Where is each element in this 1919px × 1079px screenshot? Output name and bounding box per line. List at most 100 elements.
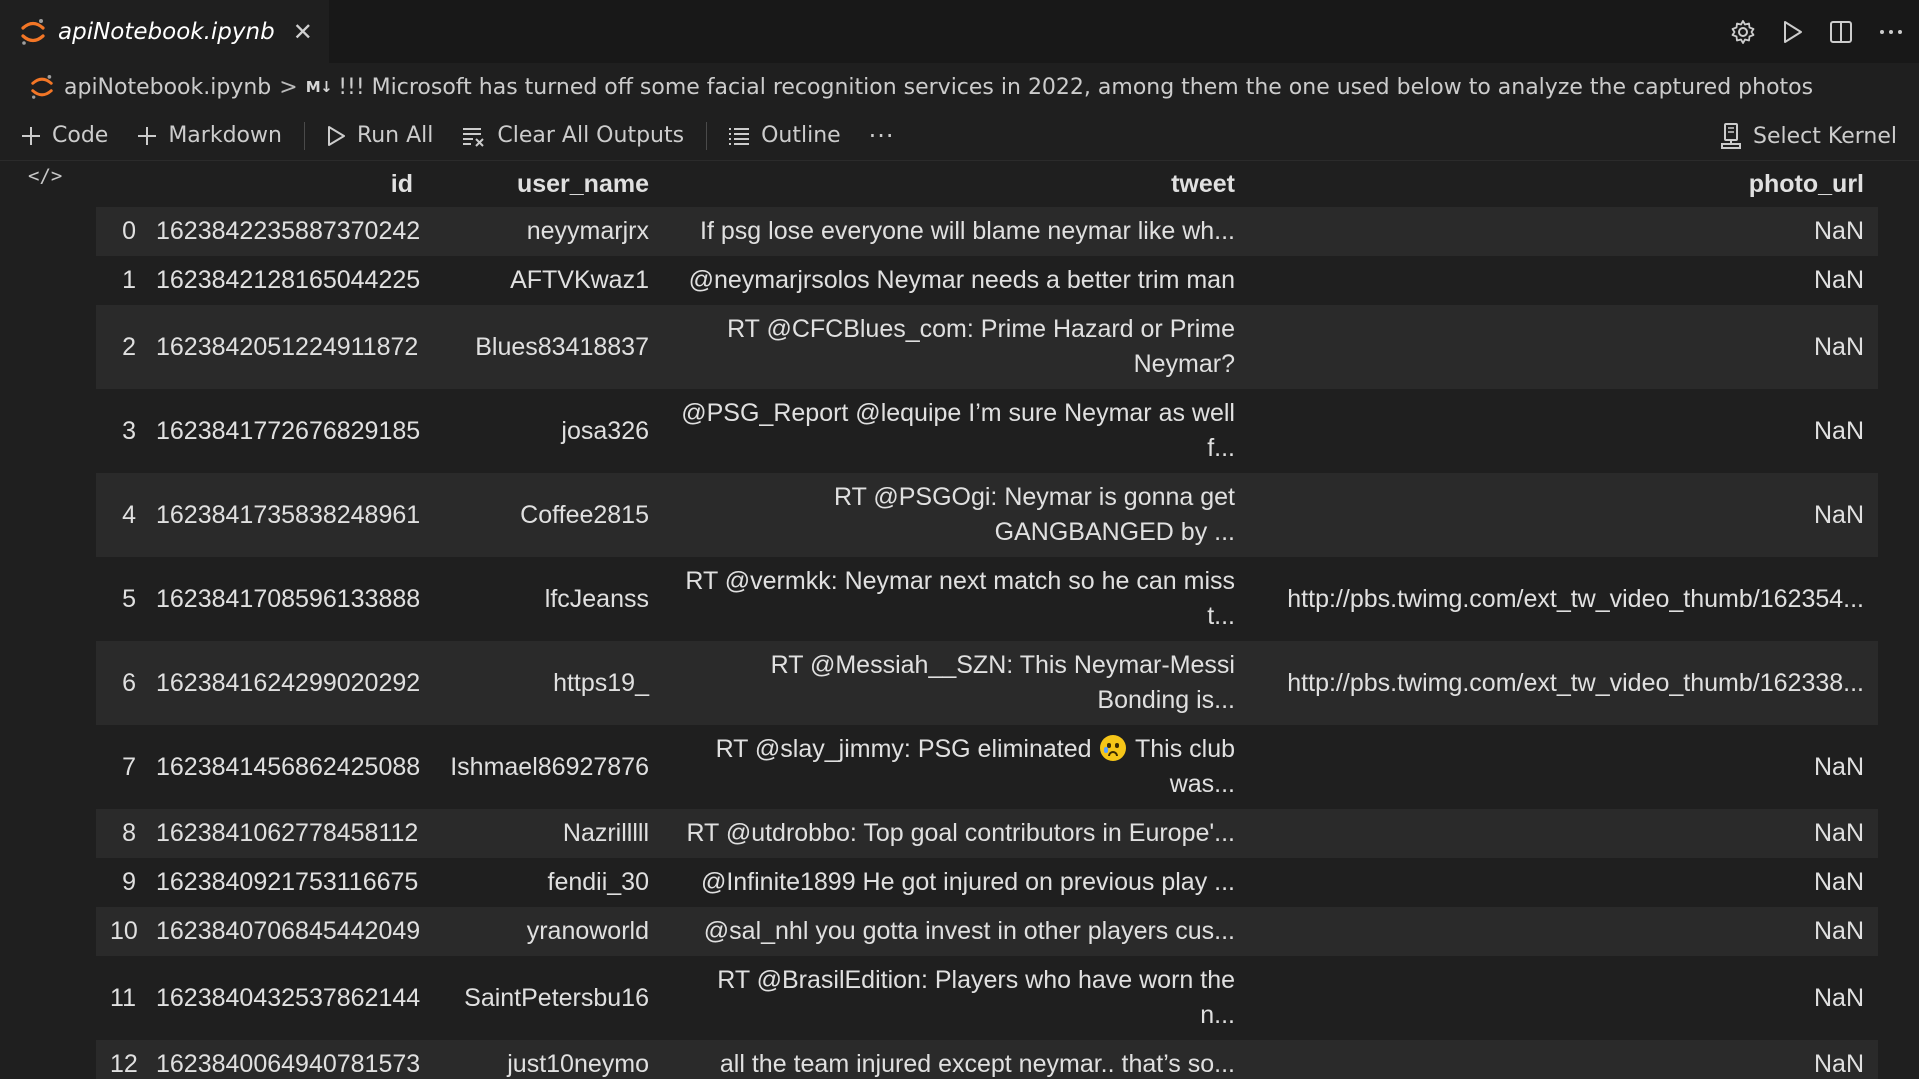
cell-tweet: @PSG_Report @lequipe I’m sure Neymar as … xyxy=(681,399,1235,462)
jupyter-icon xyxy=(20,17,46,47)
cell-id: 1623840064940781573 xyxy=(156,1050,421,1078)
cell-photo-url: http://pbs.twimg.com/ext_tw_video_thumb/… xyxy=(1287,668,1864,697)
tweet-text-before-emoji: RT @slay_jimmy: PSG eliminated xyxy=(715,735,1099,763)
cell-photo-url: NaN xyxy=(1813,819,1864,847)
breadcrumb-file[interactable]: apiNotebook.ipynb xyxy=(64,75,271,100)
cell-user-name: fendii_30 xyxy=(547,868,649,896)
cell-photo-url: NaN xyxy=(1813,500,1864,529)
cell-tweet: RT @utdrobbo: Top goal contributors in E… xyxy=(686,819,1235,847)
cell-user-name: SaintPetersbu16 xyxy=(464,983,649,1012)
table-row: 6 1623841624299020292 https19_ RT @Messi… xyxy=(96,641,1878,725)
cell-id: 1623842128165044225 xyxy=(156,266,421,294)
cell-id: 1623840432537862144 xyxy=(156,983,421,1012)
cell-user-name: Ishmael86927876 xyxy=(450,752,649,781)
run-all-button[interactable]: Run All xyxy=(325,123,433,148)
breadcrumb: apiNotebook.ipynb > M↓ !!! Microsoft has… xyxy=(0,63,1919,111)
run-all-label: Run All xyxy=(356,123,434,148)
row-index: 8 xyxy=(122,819,136,847)
cell-tweet: RT @slay_jimmy: PSG eliminated This club… xyxy=(663,725,1249,809)
table-row: 3 1623841772676829185 josa326 @PSG_Repor… xyxy=(96,389,1878,473)
cell-user-name: josa326 xyxy=(561,416,649,445)
cell-id: 1623841735838248961 xyxy=(156,500,421,529)
column-header-photo-url: photo_url xyxy=(1249,161,1878,207)
toolbar-more-button[interactable]: ··· xyxy=(869,122,895,150)
add-markdown-button[interactable]: Markdown xyxy=(136,123,282,148)
plus-icon xyxy=(20,125,42,147)
cell-id: 1623840706845442049 xyxy=(156,917,421,945)
tab-apinotebook[interactable]: apiNotebook.ipynb ✕ xyxy=(0,0,329,63)
cell-photo-url: NaN xyxy=(1813,266,1864,294)
row-index: 1 xyxy=(122,266,136,294)
add-code-button[interactable]: Code xyxy=(20,123,108,148)
cell-tweet: RT @Messiah__SZN: This Neymar-Messi Bond… xyxy=(770,651,1235,714)
run-icon[interactable] xyxy=(1779,18,1805,46)
column-header-id: id xyxy=(142,161,427,207)
notebook-content: </> id user_name tweet photo_url 0 16238… xyxy=(0,161,1919,1079)
outline-label: Outline xyxy=(761,123,841,148)
editor-actions xyxy=(1729,0,1905,63)
cell-photo-url: NaN xyxy=(1813,868,1864,896)
clear-all-icon xyxy=(461,125,487,147)
breadcrumb-cell[interactable]: !!! Microsoft has turned off some facial… xyxy=(338,75,1813,100)
clear-all-outputs-button[interactable]: Clear All Outputs xyxy=(461,123,684,148)
cell-tweet: @Infinite1899 He got injured on previous… xyxy=(700,868,1235,896)
table-row: 9 1623840921753116675 fendii_30 @Infinit… xyxy=(96,858,1878,907)
kernel-icon xyxy=(1719,122,1743,150)
list-icon xyxy=(727,125,751,147)
row-index: 4 xyxy=(122,500,136,529)
select-kernel-button[interactable]: Select Kernel xyxy=(1719,111,1897,161)
cell-photo-url: NaN xyxy=(1813,217,1864,245)
cell-user-name: just10neymo xyxy=(507,1050,649,1078)
cell-photo-url: NaN xyxy=(1813,416,1864,445)
row-index: 3 xyxy=(122,416,136,445)
table-row: 5 1623841708596133888 lfcJeanss RT @verm… xyxy=(96,557,1878,641)
cell-id: 1623841062778458112 xyxy=(156,819,419,847)
row-index: 0 xyxy=(122,217,136,245)
outline-button[interactable]: Outline xyxy=(727,123,841,148)
markdown-icon: M↓ xyxy=(305,78,333,96)
cell-id: 1623842235887370242 xyxy=(156,217,421,245)
cell-user-name: Coffee2815 xyxy=(520,500,649,529)
table-row: 1 1623842128165044225 AFTVKwaz1 @neymarj… xyxy=(96,256,1878,305)
cell-id: 1623841708596133888 xyxy=(156,584,421,613)
cell-photo-url: NaN xyxy=(1813,983,1864,1012)
add-markdown-label: Markdown xyxy=(168,123,282,148)
dataframe-table: id user_name tweet photo_url 0 162384223… xyxy=(96,161,1878,1079)
toolbar-divider xyxy=(303,121,305,150)
code-cell-icon[interactable]: </> xyxy=(28,165,62,187)
cell-photo-url: NaN xyxy=(1813,1050,1864,1078)
cell-tweet: RT @PSGOgi: Neymar is gonna get GANGBANG… xyxy=(833,483,1235,546)
sad-face-emoji-icon xyxy=(1100,735,1127,761)
cell-user-name: Blues83418837 xyxy=(475,332,649,361)
split-editor-icon[interactable] xyxy=(1827,18,1855,46)
dataframe-output: id user_name tweet photo_url 0 162384223… xyxy=(96,161,1878,1079)
add-code-label: Code xyxy=(52,123,109,148)
cell-photo-url: NaN xyxy=(1813,917,1864,945)
jupyter-icon xyxy=(30,73,54,101)
clear-all-outputs-label: Clear All Outputs xyxy=(497,123,685,148)
table-row: 0 1623842235887370242 neyymarjrx If psg … xyxy=(96,207,1878,256)
cell-tweet: RT @CFCBlues_com: Prime Hazard or Prime … xyxy=(727,315,1235,378)
column-header-tweet: tweet xyxy=(663,161,1249,207)
cell-photo-url: NaN xyxy=(1813,752,1864,781)
close-icon[interactable]: ✕ xyxy=(293,18,313,46)
more-actions-icon[interactable] xyxy=(1877,18,1905,46)
table-row: 12 1623840064940781573 just10neymo all t… xyxy=(96,1040,1878,1079)
gear-icon[interactable] xyxy=(1729,18,1757,46)
table-row: 2 1623842051224911872 Blues83418837 RT @… xyxy=(96,305,1878,389)
cell-tweet: all the team injured except neymar.. tha… xyxy=(719,1050,1235,1078)
table-row: 8 1623841062778458112 Nazrilllll RT @utd… xyxy=(96,809,1878,858)
cell-user-name: AFTVKwaz1 xyxy=(510,266,649,294)
cell-user-name: neyymarjrx xyxy=(526,217,649,245)
tab-strip: apiNotebook.ipynb ✕ xyxy=(0,0,1919,63)
row-index: 12 xyxy=(110,1050,138,1078)
run-icon xyxy=(325,124,347,148)
table-row: 7 1623841456862425088 Ishmael86927876 RT… xyxy=(96,725,1878,809)
row-index: 10 xyxy=(110,917,138,945)
column-header-user-name: user_name xyxy=(427,161,663,207)
tab-title: apiNotebook.ipynb xyxy=(58,18,275,45)
table-row: 4 1623841735838248961 Coffee2815 RT @PSG… xyxy=(96,473,1878,557)
cell-id: 1623840921753116675 xyxy=(156,868,419,896)
cell-user-name: lfcJeanss xyxy=(544,584,649,613)
cell-tweet: RT @vermkk: Neymar next match so he can … xyxy=(685,567,1235,630)
